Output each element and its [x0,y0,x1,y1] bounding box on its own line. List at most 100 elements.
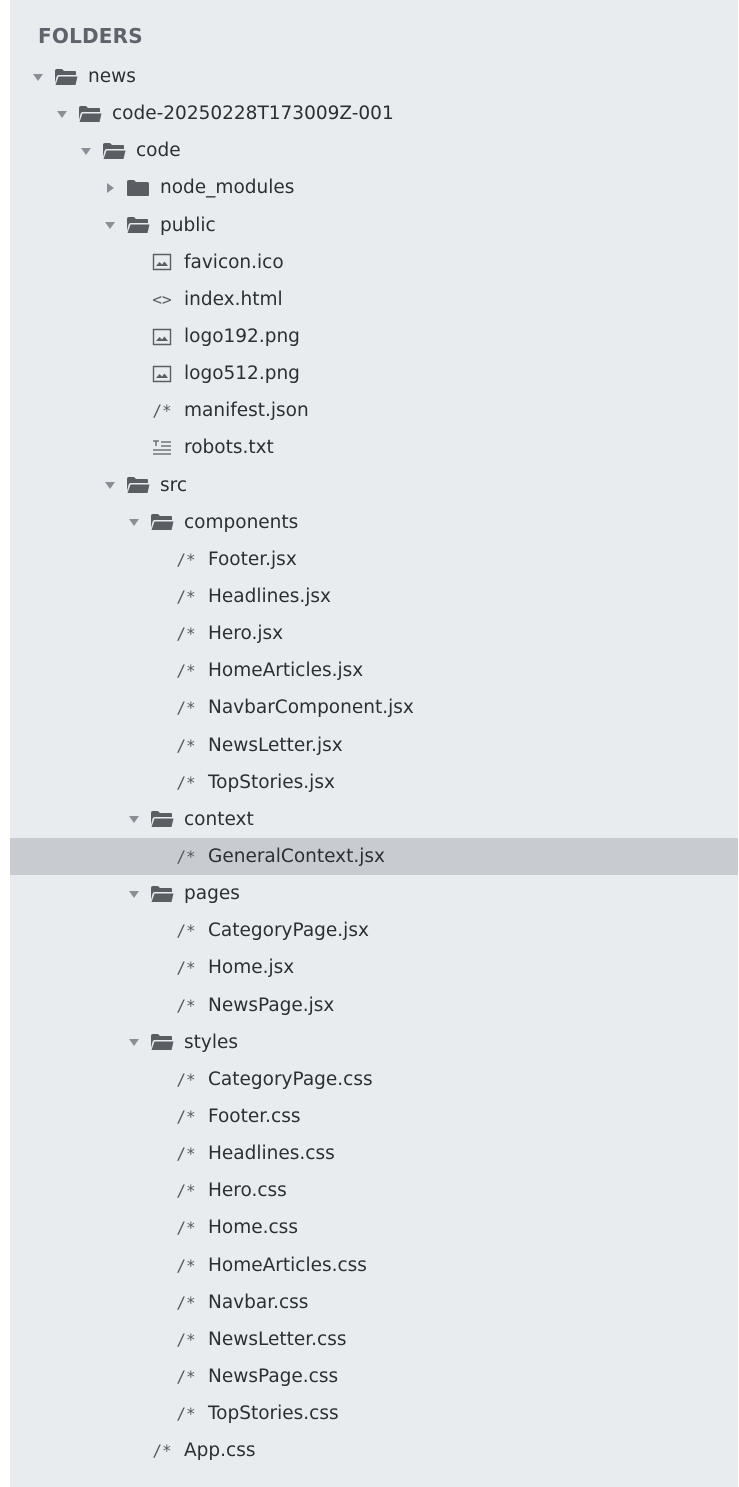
tree-file[interactable]: /* Footer.jsx [10,541,738,578]
tree-folder[interactable]: pages [10,875,738,912]
icon-glyph: /* [176,1107,196,1126]
tree-file[interactable]: logo192.png [10,318,738,355]
tree-file[interactable]: /* Hero.css [10,1172,738,1209]
tree-item-label: src [160,474,188,496]
tree-item-label: Headlines.jsx [208,586,332,608]
tree-folder[interactable]: src [10,467,738,504]
tree-file[interactable]: robots.txt [10,429,738,466]
tree-file[interactable]: /* CategoryPage.css [10,1061,738,1098]
tree-file[interactable]: /* NewsPage.css [10,1358,738,1395]
tree-item-label: context [184,808,254,830]
tree-item-label: news [88,66,136,88]
chevron-down-icon[interactable] [80,145,92,157]
tree-file[interactable]: favicon.ico [10,244,738,281]
icon-glyph: /* [176,1292,196,1312]
icon-glyph: /* [176,995,196,1015]
tree-file[interactable]: /* TopStories.jsx [10,764,738,801]
comment-file-icon: /* [174,547,198,571]
tree-item-label: CategoryPage.jsx [208,920,369,942]
tree-file[interactable]: /* CategoryPage.jsx [10,912,738,949]
icon-glyph: /* [176,1218,196,1238]
tree-item-label: favicon.ico [184,251,284,273]
tree-item-label: Home.css [208,1217,298,1239]
tree-item-label: HomeArticles.css [208,1254,367,1276]
tree-file[interactable]: /* NewsLetter.jsx [10,727,738,764]
tree-file[interactable]: /* Home.jsx [10,949,738,986]
chevron-down-icon[interactable] [32,71,44,83]
tree-folder[interactable]: code-20250228T173009Z-001 [10,95,738,132]
tree-folder[interactable]: code [10,132,738,169]
tree-file[interactable]: <> index.html [10,281,738,318]
tree-item-label: code-20250228T173009Z-001 [112,103,394,125]
tree-file[interactable]: /* Footer.css [10,1098,738,1135]
tree-file[interactable]: /* HomeArticles.jsx [10,652,738,689]
chevron-down-icon[interactable] [104,219,116,231]
comment-file-icon: /* [174,1290,198,1314]
comment-file-icon: /* [174,1327,198,1351]
tree-folder[interactable]: news [10,58,738,95]
tree-folder[interactable]: context [10,801,738,838]
folder-open-icon [126,473,150,497]
folder-open-icon [150,510,174,534]
tree-folder[interactable]: components [10,504,738,541]
tree-item-label: code [136,140,181,162]
chevron-down-icon[interactable] [104,479,116,491]
tree-item-label: HomeArticles.jsx [208,660,364,682]
chevron-down-icon[interactable] [128,516,140,528]
tree-folder[interactable]: public [10,207,738,244]
image-file-icon [150,362,174,386]
tree-item-label: public [160,214,216,236]
comment-file-icon: /* [174,956,198,980]
comment-file-icon: /* [174,1105,198,1129]
tree-item-label: index.html [184,288,283,310]
tree-file[interactable]: /* Headlines.css [10,1135,738,1172]
tree-item-label: pages [184,883,240,905]
chevron-down-icon[interactable] [128,1036,140,1048]
tree-file[interactable]: logo512.png [10,355,738,392]
tree-item-label: logo192.png [184,326,300,348]
icon-glyph: /* [176,1366,196,1386]
icon-glyph: /* [176,1181,196,1201]
icon-glyph: /* [176,847,196,867]
tree-item-label: Footer.css [208,1106,301,1127]
chevron-right-icon[interactable] [104,182,116,194]
tree-file[interactable]: /* TopStories.css [10,1395,738,1432]
tree-item-label: Headlines.css [208,1143,335,1165]
comment-file-icon: /* [174,1216,198,1240]
comment-file-icon: /* [174,1067,198,1091]
code-file-icon: <> [150,287,174,311]
tree-item-label: Hero.css [208,1180,287,1202]
tree-item-label: Navbar.css [208,1291,309,1313]
tree-file[interactable]: /* Headlines.jsx [10,578,738,615]
tree-file[interactable]: /* Home.css [10,1209,738,1246]
tree-file[interactable]: /* HomeArticles.css [10,1247,738,1284]
tree-item-label: logo512.png [184,363,300,385]
folder-closed-icon [126,176,150,200]
tree-file[interactable]: /* manifest.json [10,392,738,429]
tree-file-selected[interactable]: /* GeneralContext.jsx [10,837,738,876]
comment-file-icon: /* [174,919,198,943]
comment-file-icon: /* [174,1142,198,1166]
tree-file[interactable]: /* NewsPage.jsx [10,987,738,1024]
folders-header: FOLDERS [38,24,143,48]
icon-glyph: /* [176,1329,196,1349]
icon-glyph: /* [176,735,196,755]
tree-file[interactable]: /* Hero.jsx [10,615,738,652]
tree-folder[interactable]: styles [10,1024,738,1061]
tree-item-label: robots.txt [184,437,274,459]
chevron-down-icon[interactable] [56,108,68,120]
tree-file[interactable]: /* App.css [10,1432,738,1469]
tree-file[interactable]: /* NavbarComponent.jsx [10,689,738,726]
icon-glyph: /* [176,1069,196,1089]
chevron-down-icon[interactable] [128,888,140,900]
tree-file[interactable]: /* Navbar.css [10,1284,738,1321]
icon-glyph: /* [176,772,196,792]
chevron-down-icon[interactable] [128,813,140,825]
icon-glyph: /* [176,1144,196,1164]
icon-glyph: /* [176,958,196,978]
comment-file-icon: /* [174,993,198,1017]
tree-file[interactable]: /* NewsLetter.css [10,1321,738,1358]
tree-folder[interactable]: node_modules [10,169,738,206]
comment-file-icon: /* [174,585,198,609]
image-file-icon [150,325,174,349]
